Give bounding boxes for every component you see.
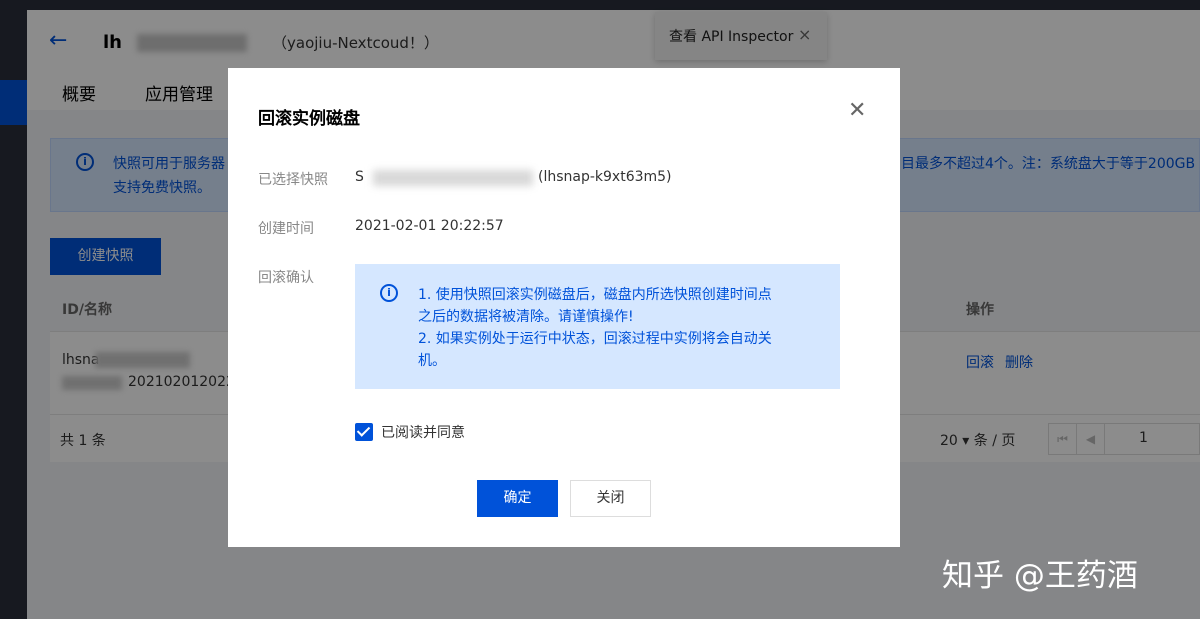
created-time-value: 2021-02-01 20:22:57	[355, 218, 504, 234]
label-selected-snapshot: 已选择快照	[258, 172, 328, 188]
rollback-dialog: 回滚实例磁盘 ✕ 已选择快照 S (lhsnap-k9xt63m5) 创建时间 …	[228, 68, 900, 547]
selected-snapshot-prefix: S	[355, 169, 364, 185]
dialog-title: 回滚实例磁盘	[258, 109, 360, 129]
warning-line-2: 之后的数据将被清除。请谨慎操作!	[418, 309, 634, 325]
label-created-time: 创建时间	[258, 221, 314, 237]
agree-label[interactable]: 已阅读并同意	[381, 422, 465, 442]
warning-line-3: 2. 如果实例处于运行中状态，回滚过程中实例将会自动关	[418, 331, 772, 347]
confirm-button[interactable]: 确定	[477, 480, 558, 517]
close-button[interactable]: 关闭	[570, 480, 651, 517]
rollback-warning: i 1. 使用快照回滚实例磁盘后，磁盘内所选快照创建时间点 之后的数据将被清除。…	[355, 264, 840, 389]
redacted-snapshot-name	[373, 170, 533, 186]
selected-snapshot-id: (lhsnap-k9xt63m5)	[538, 169, 672, 185]
label-rollback-confirm: 回滚确认	[258, 270, 314, 286]
info-icon: i	[380, 284, 398, 302]
close-icon[interactable]: ✕	[848, 100, 866, 122]
warning-line-1: 1. 使用快照回滚实例磁盘后，磁盘内所选快照创建时间点	[418, 287, 772, 303]
warning-line-4: 机。	[418, 353, 446, 369]
watermark: 知乎 @王药酒	[942, 558, 1138, 594]
agree-checkbox[interactable]	[355, 423, 373, 441]
